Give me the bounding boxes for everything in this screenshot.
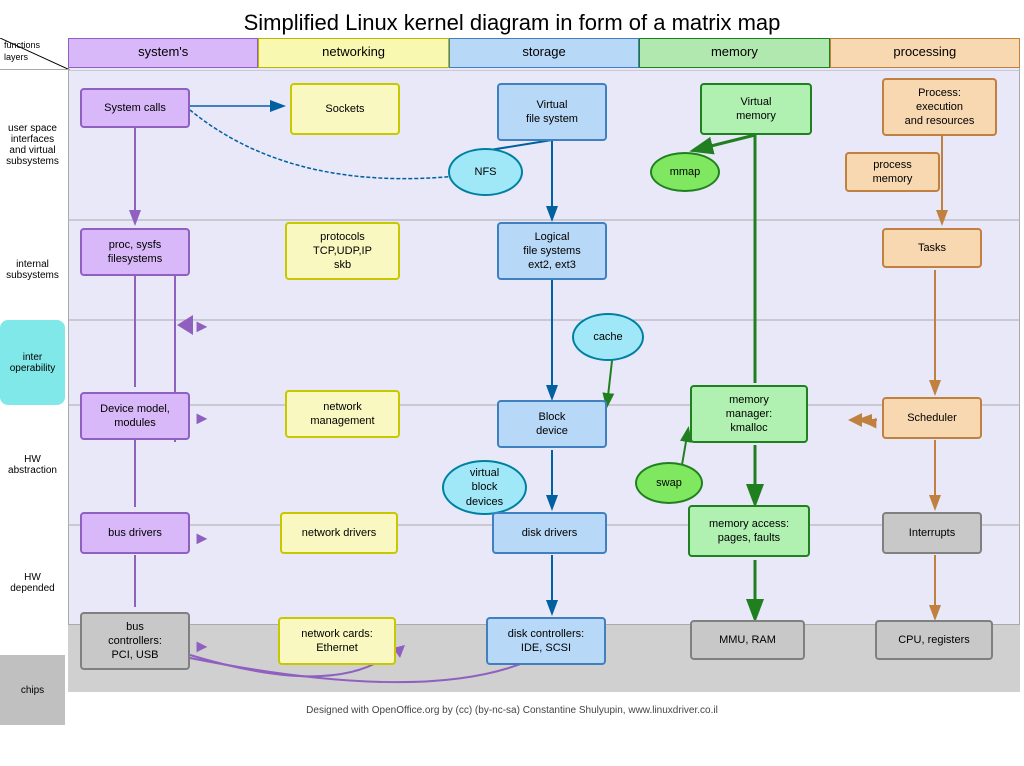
node-system-calls: System calls bbox=[80, 88, 190, 128]
row-label-interop: interoperability bbox=[0, 320, 65, 405]
node-bus-controllers: buscontrollers:PCI, USB bbox=[80, 612, 190, 670]
arrow-hw-dep-sys: ► bbox=[193, 528, 211, 549]
node-device-model: Device model,modules bbox=[80, 392, 190, 440]
node-nfs: NFS bbox=[448, 148, 523, 196]
node-bus-drivers: bus drivers bbox=[80, 512, 190, 554]
node-swap: swap bbox=[635, 462, 703, 504]
node-logical-fs: Logicalfile systemsext2, ext3 bbox=[497, 222, 607, 280]
node-cache: cache bbox=[572, 313, 644, 361]
diagram-wrapper: Simplified Linux kernel diagram in form … bbox=[0, 0, 1024, 720]
arrow-scheduler-left: ► bbox=[862, 413, 880, 434]
node-virtual-block: virtualblockdevices bbox=[442, 460, 527, 515]
node-mem-access: memory access:pages, faults bbox=[688, 505, 810, 557]
diagonal-label: functions layers bbox=[0, 38, 70, 70]
node-scheduler: Scheduler bbox=[882, 397, 982, 439]
node-disk-controllers: disk controllers:IDE, SCSI bbox=[486, 617, 606, 665]
row-label-hw-depended: HWdepended bbox=[0, 525, 65, 640]
col-header-mem: memory bbox=[639, 38, 829, 68]
node-mmap: mmap bbox=[650, 152, 720, 192]
node-net-cards: network cards:Ethernet bbox=[278, 617, 396, 665]
node-tasks: Tasks bbox=[882, 228, 982, 268]
node-interrupts: Interrupts bbox=[882, 512, 982, 554]
row-label-hw-abstraction: HWabstraction bbox=[0, 405, 65, 525]
main-title: Simplified Linux kernel diagram in form … bbox=[0, 0, 1024, 42]
row-label-internal-sub: internalsubsystems bbox=[0, 220, 65, 320]
node-net-management: networkmanagement bbox=[285, 390, 400, 438]
col-header-sto: storage bbox=[449, 38, 639, 68]
node-process-exec: Process:executionand resources bbox=[882, 78, 997, 136]
col-header-pro: processing bbox=[830, 38, 1020, 68]
node-mmu-ram: MMU, RAM bbox=[690, 620, 805, 660]
col-headers: system's networking storage memory proce… bbox=[68, 38, 1020, 68]
footer: Designed with OpenOffice.org by (cc) (by… bbox=[0, 705, 1024, 716]
arrow-interop-sys: ► bbox=[193, 316, 211, 337]
node-virtual-memory: Virtualmemory bbox=[700, 83, 812, 135]
node-protocols: protocolsTCP,UDP,IPskb bbox=[285, 222, 400, 280]
arrow-bus-ctrl: ► bbox=[193, 636, 211, 657]
node-vfs: Virtualfile system bbox=[497, 83, 607, 141]
row-label-user-space: user spaceinterfacesand virtualsubsystem… bbox=[0, 70, 65, 220]
node-net-drivers: network drivers bbox=[280, 512, 398, 554]
node-cpu-registers: CPU, registers bbox=[875, 620, 993, 660]
node-block-device: Blockdevice bbox=[497, 400, 607, 448]
node-process-memory: processmemory bbox=[845, 152, 940, 192]
arrow-hw-abs-sys: ► bbox=[193, 408, 211, 429]
node-disk-drivers: disk drivers bbox=[492, 512, 607, 554]
node-mem-manager: memorymanager:kmalloc bbox=[690, 385, 808, 443]
col-header-sys: system's bbox=[68, 38, 258, 68]
col-header-net: networking bbox=[258, 38, 448, 68]
node-sockets: Sockets bbox=[290, 83, 400, 135]
node-proc-sysfs: proc, sysfsfilesystems bbox=[80, 228, 190, 276]
